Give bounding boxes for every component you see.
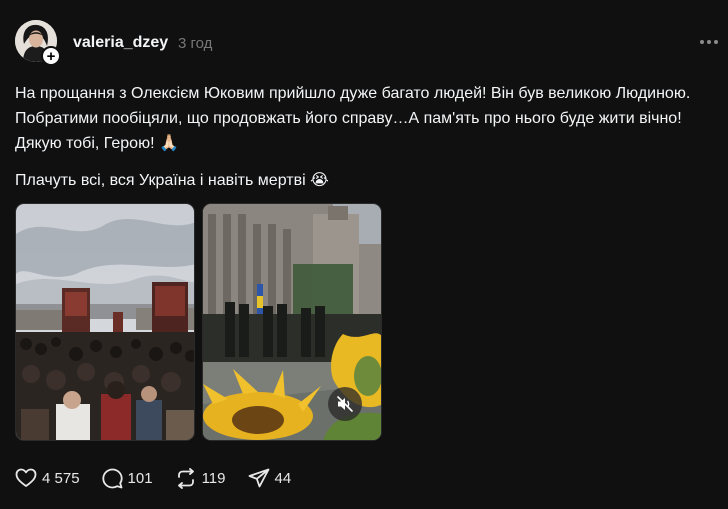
username-link[interactable]: valeria_dzey <box>73 34 168 52</box>
post-text-paragraph-1: На прощання з Олексієм Юковим прийшло ду… <box>15 85 691 152</box>
repost-icon <box>177 467 194 489</box>
repost-count: 119 <box>201 469 226 487</box>
like-count: 4 575 <box>42 469 80 487</box>
comment-icon <box>101 468 123 488</box>
post-timestamp[interactable]: 3 год <box>178 35 212 52</box>
post-video-ceremony[interactable] <box>202 203 382 441</box>
threads-post: + valeria_dzey 3 год На прощання з Олекс… <box>0 0 728 509</box>
share-icon <box>248 468 269 488</box>
muted-speaker-icon <box>337 396 353 412</box>
like-button[interactable]: 4 575 <box>15 468 80 488</box>
share-button[interactable]: 44 <box>248 468 292 488</box>
post-text-paragraph-2: Плачуть всі, вся Україна і навіть мертві… <box>15 172 329 189</box>
share-count: 44 <box>274 469 292 487</box>
follow-badge-icon[interactable]: + <box>41 46 61 66</box>
comment-button[interactable]: 101 <box>101 468 153 489</box>
post-photo-crowd[interactable] <box>15 203 195 441</box>
comment-count: 101 <box>127 469 153 487</box>
heart-icon <box>15 468 37 487</box>
repost-button[interactable]: 119 <box>175 467 226 489</box>
more-icon[interactable] <box>700 36 720 48</box>
avatar[interactable]: + <box>15 20 61 66</box>
post-actions-bar: 4 575 101 119 44 <box>15 466 313 490</box>
mute-button[interactable] <box>328 387 362 421</box>
